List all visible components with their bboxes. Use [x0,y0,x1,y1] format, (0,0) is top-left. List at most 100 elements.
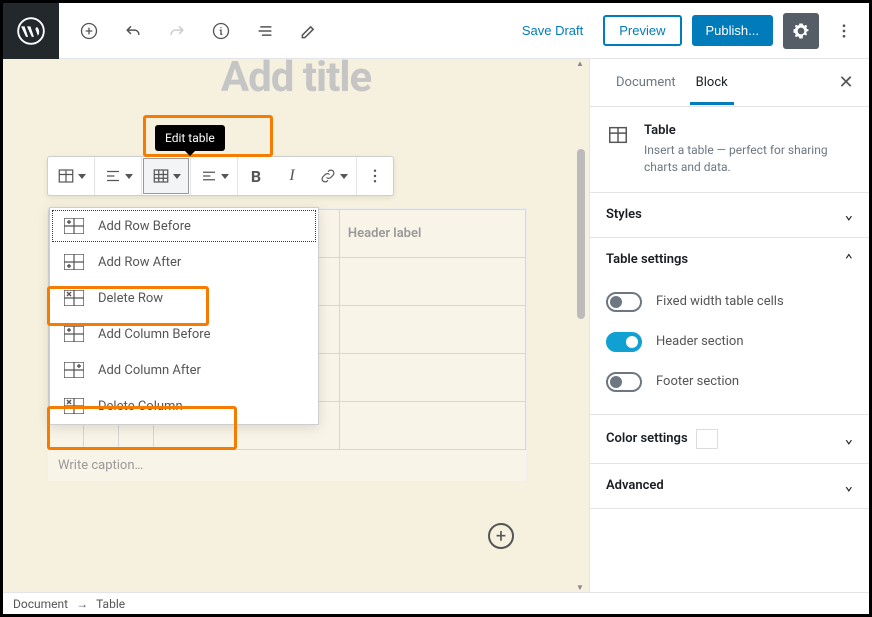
link-icon [319,167,337,185]
panel-label: Color settings [606,431,688,446]
panel-label: Styles [606,207,642,222]
bold-icon: B [251,167,261,186]
post-title-placeholder[interactable]: Add title [33,59,559,102]
info-button[interactable] [203,13,239,49]
chevron-down-icon [221,174,229,179]
edit-button[interactable] [291,13,327,49]
tooltip-edit-table: Edit table [155,125,225,151]
delete-row-icon [64,290,84,306]
plus-circle-icon [79,21,99,41]
scroll-down-arrow[interactable]: ▼ [575,583,585,592]
add-column-after-icon [64,362,84,378]
dropdown-item-label: Add Row Before [98,219,191,234]
editor-canvas: Add title Edit table [3,59,589,592]
dropdown-item-add-column-before[interactable]: Add Column Before [50,316,318,352]
undo-button[interactable] [115,13,151,49]
publish-button[interactable]: Publish... [692,15,773,46]
toggle-fixed-width[interactable] [606,292,642,312]
add-column-before-icon [64,326,84,342]
dropdown-item-add-row-before[interactable]: Add Row Before [50,208,318,244]
scrollbar[interactable]: ▲ ▼ [575,59,587,592]
settings-gear-button[interactable] [783,13,819,49]
chevron-down-icon: ⌄ [845,207,853,223]
more-options-button[interactable] [829,13,859,49]
chevron-down-icon [340,174,348,179]
panel-advanced[interactable]: Advanced ⌄ [590,464,869,508]
outline-button[interactable] [247,13,283,49]
wordpress-logo[interactable] [3,3,59,59]
bold-button[interactable]: B [238,157,274,195]
chevron-down-icon [173,174,181,179]
link-button[interactable] [310,157,356,195]
preview-button[interactable]: Preview [603,15,681,46]
scroll-thumb[interactable] [577,149,585,319]
color-swatch [696,429,718,449]
edit-table-button[interactable] [143,158,189,194]
gear-icon [791,21,811,41]
table-icon [57,167,75,185]
undo-icon [123,21,143,41]
close-icon: ✕ [838,72,853,93]
chevron-down-icon: ⌄ [845,431,853,447]
italic-icon: I [289,167,294,185]
toggle-header-section[interactable] [606,332,642,352]
breadcrumb: Document → Table [3,592,869,614]
dropdown-item-delete-row[interactable]: Delete Row [50,280,318,316]
wordpress-icon [17,17,45,45]
breadcrumb-current[interactable]: Table [96,597,125,611]
text-align-icon [200,167,218,185]
close-sidebar-button[interactable]: ✕ [831,72,861,93]
align-icon [104,167,122,185]
sidebar-tabs: Document Block ✕ [590,59,869,107]
panel-color-settings[interactable]: Color settings ⌄ [590,415,869,463]
add-block-button[interactable] [71,13,107,49]
dropdown-item-delete-column[interactable]: Delete Column [50,388,318,424]
toggle-label: Header section [656,334,744,349]
plus-icon: + [496,526,506,547]
chevron-down-icon: ⌄ [845,478,853,494]
dropdown-item-add-row-after[interactable]: Add Row After [50,244,318,280]
insert-block-button[interactable]: + [488,523,514,549]
settings-sidebar: Document Block ✕ Table Insert a table — … [589,59,869,592]
block-type-button[interactable] [48,157,94,195]
info-icon [211,21,231,41]
block-description: Insert a table — perfect for sharing cha… [644,142,853,176]
dropdown-item-add-column-after[interactable]: Add Column After [50,352,318,388]
table-icon [606,123,630,147]
add-row-after-icon [64,254,84,270]
dropdown-item-label: Add Row After [98,255,181,270]
dots-vertical-icon [366,167,384,185]
toggle-label: Fixed width table cells [656,294,784,309]
edit-table-dropdown: Add Row Before Add Row After Delete Row … [49,207,319,425]
tab-document[interactable]: Document [606,61,686,104]
toggle-footer-section[interactable] [606,372,642,392]
panel-styles[interactable]: Styles ⌄ [590,193,869,237]
block-toolbar: B I [47,156,394,196]
dropdown-item-label: Delete Row [98,291,163,306]
toggle-label: Footer section [656,374,739,389]
panel-table-settings[interactable]: Table settings ⌃ [590,238,869,282]
align-button[interactable] [95,157,141,195]
pencil-icon [299,21,319,41]
text-align-button[interactable] [191,157,237,195]
table-header-cell[interactable]: Header label [339,210,525,258]
more-block-options-button[interactable] [357,157,393,195]
dropdown-item-label: Delete Column [98,399,183,414]
add-row-before-icon [64,218,84,234]
delete-column-icon [64,398,84,414]
scroll-up-arrow[interactable]: ▲ [575,59,585,68]
table-edit-icon [152,167,170,185]
redo-button[interactable] [159,13,195,49]
breadcrumb-root[interactable]: Document [13,597,68,611]
block-title: Table [644,123,853,138]
chevron-down-icon [125,174,133,179]
chevron-down-icon [78,174,86,179]
chevron-up-icon: ⌃ [845,252,853,268]
italic-button[interactable]: I [274,157,310,195]
table-caption[interactable]: Write caption… [48,450,526,481]
save-draft-button[interactable]: Save Draft [512,17,593,44]
tab-block[interactable]: Block [686,61,738,104]
dropdown-item-label: Add Column After [98,363,201,378]
dots-vertical-icon [835,22,853,40]
list-icon [255,21,275,41]
